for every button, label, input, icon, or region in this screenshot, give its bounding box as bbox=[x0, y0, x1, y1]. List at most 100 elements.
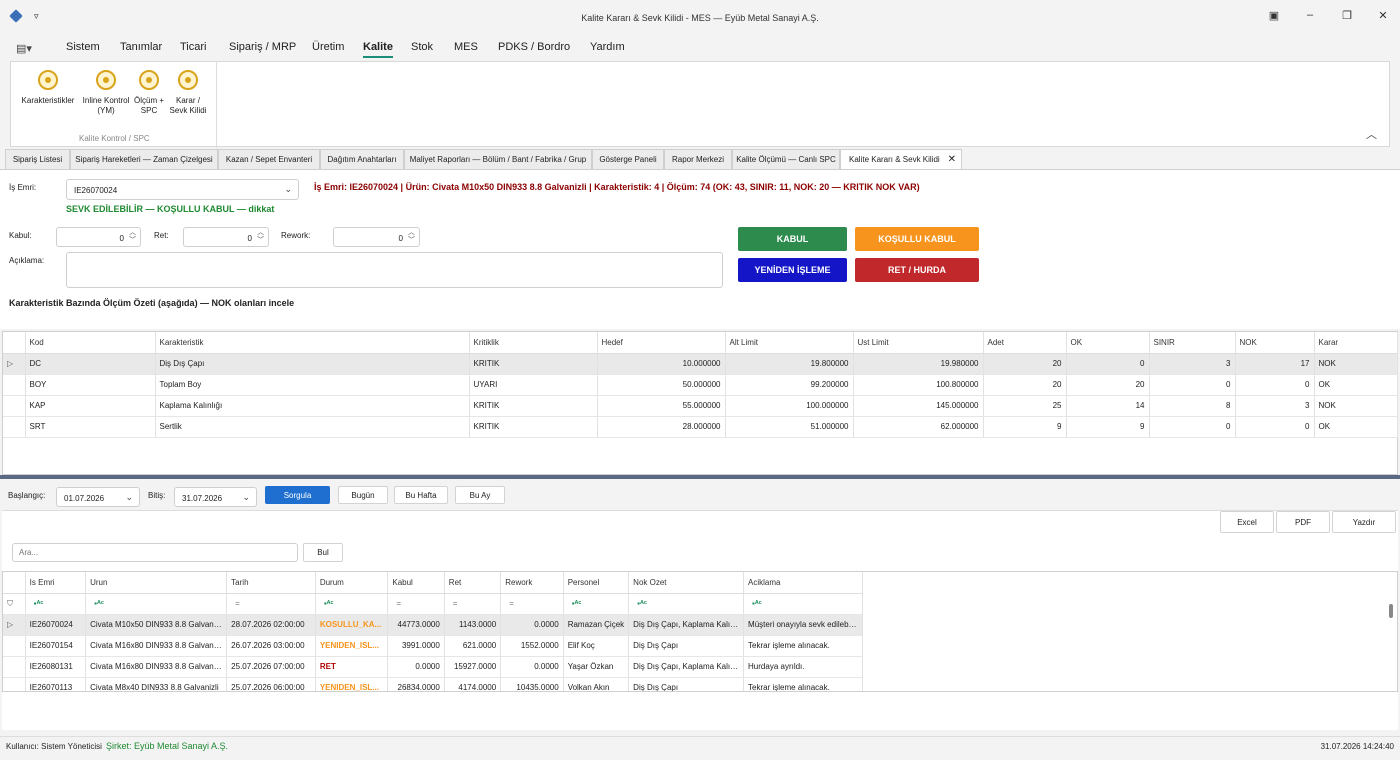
tab-siparis-hareketleri[interactable]: Sipariş Hareketleri — Zaman Çizelgesi bbox=[70, 149, 218, 169]
kosullu-kabul-button[interactable]: KOŞULLU KABUL bbox=[855, 227, 979, 251]
close-tab-icon[interactable]: ✕ bbox=[948, 154, 956, 165]
table-row[interactable]: ▷ IE26070024 Civata M10x50 DIN933 8.8 Galv… bbox=[3, 614, 863, 636]
tab-dagitim-anahtarlari[interactable]: Dağıtım Anahtarları bbox=[320, 149, 404, 169]
spin-arrows-icon[interactable]: ︿ ﹀ bbox=[129, 229, 136, 245]
equals-filter-icon[interactable]: = bbox=[226, 593, 316, 615]
restore-button[interactable]: ❐ bbox=[1339, 9, 1355, 25]
inline-kontrol-button[interactable]: Inline Kontrol (YM) bbox=[81, 70, 131, 116]
yeniden-isleme-button[interactable]: YENİDEN İŞLEME bbox=[738, 258, 847, 282]
ret-hurda-button[interactable]: RET / HURDA bbox=[855, 258, 979, 282]
table-row[interactable]: IE26080131 Civata M16x80 DIN933 8.8 Galva… bbox=[3, 656, 863, 678]
sorgula-button[interactable]: Sorgula bbox=[265, 486, 330, 504]
tab-gosterge-paneli[interactable]: Gösterge Paneli bbox=[592, 149, 664, 169]
column-header[interactable]: Aciklama bbox=[743, 572, 863, 594]
column-header[interactable]: Kod bbox=[25, 332, 156, 354]
chevron-down-icon[interactable]: ⌄ bbox=[242, 492, 250, 503]
column-header[interactable]: Personel bbox=[563, 572, 630, 594]
column-header[interactable]: Is Emri bbox=[25, 572, 87, 594]
column-header[interactable]: SINIR bbox=[1149, 332, 1236, 354]
column-header[interactable]: Rework bbox=[500, 572, 564, 594]
is-emri-select[interactable]: IE26070024 ⌄ bbox=[66, 179, 299, 200]
column-header[interactable]: Tarih bbox=[226, 572, 316, 594]
column-header[interactable]: Kritiklik bbox=[469, 332, 598, 354]
panel-splitter[interactable] bbox=[0, 475, 1400, 479]
bul-button[interactable]: Bul bbox=[303, 543, 343, 562]
menu-siparis-mrp[interactable]: Sipariş / MRP bbox=[229, 41, 296, 53]
expand-row-icon[interactable]: ▷ bbox=[3, 614, 26, 636]
bugun-button[interactable]: Bugün bbox=[338, 486, 388, 504]
column-header[interactable]: OK bbox=[1066, 332, 1150, 354]
table-row[interactable]: IE26070154 Civata M16x80 DIN933 8.8 Galva… bbox=[3, 635, 863, 657]
column-header[interactable]: Ret bbox=[444, 572, 502, 594]
tab-kalite-karari[interactable]: Kalite Kararı & Sevk Kilidi ✕ bbox=[840, 149, 962, 169]
column-header[interactable]: Karakteristik bbox=[155, 332, 470, 354]
menu-ticari[interactable]: Ticari bbox=[180, 41, 206, 53]
table-row[interactable]: IE26070113 Civata M8x40 DIN933 8.8 Galvan… bbox=[3, 677, 863, 691]
menu-kalite[interactable]: Kalite bbox=[363, 41, 393, 58]
tab-siparis-listesi[interactable]: Sipariş Listesi bbox=[5, 149, 70, 169]
chevron-down-icon[interactable]: ⌄ bbox=[284, 184, 292, 195]
bitis-date-picker[interactable]: 31.07.2026 ⌄ bbox=[174, 487, 257, 507]
column-header[interactable]: Kabul bbox=[387, 572, 445, 594]
kabul-stepper[interactable]: 0 ︿ ﹀ bbox=[56, 227, 141, 247]
text-filter-icon[interactable]: ▪ᴬᶜ bbox=[743, 593, 863, 615]
column-header[interactable]: Durum bbox=[315, 572, 389, 594]
pdf-button[interactable]: PDF bbox=[1276, 511, 1330, 533]
yazdir-button[interactable]: Yazdır bbox=[1332, 511, 1396, 533]
karar-sevk-kilidi-button[interactable]: Karar / Sevk Kilidi bbox=[167, 70, 209, 116]
text-filter-icon[interactable]: ▪ᴬᶜ bbox=[315, 593, 389, 615]
equals-filter-icon[interactable]: = bbox=[444, 593, 502, 615]
text-filter-icon[interactable]: ▪ᴬᶜ bbox=[628, 593, 745, 615]
menu-mes[interactable]: MES bbox=[454, 41, 478, 53]
column-header[interactable]: Nok Ozet bbox=[628, 572, 745, 594]
vertical-scrollbar[interactable] bbox=[1389, 604, 1393, 618]
filter-icon[interactable]: ⛉ bbox=[3, 593, 26, 615]
text-filter-icon[interactable]: ▪ᴬᶜ bbox=[563, 593, 630, 615]
table-row[interactable]: ▷ DC Diş Dış Çapı KRITIK 10.000000 19.800000 1… bbox=[3, 353, 1398, 375]
bu-ay-button[interactable]: Bu Ay bbox=[455, 486, 505, 504]
tab-maliyet-raporlari[interactable]: Maliyet Raporları — Bölüm / Bant / Fabri… bbox=[404, 149, 592, 169]
spin-arrows-icon[interactable]: ︿ ﹀ bbox=[408, 229, 415, 245]
search-input[interactable] bbox=[12, 543, 298, 562]
column-header[interactable]: Karar bbox=[1314, 332, 1398, 354]
menu-sistem[interactable]: Sistem bbox=[66, 41, 100, 53]
menu-pdks-bordro[interactable]: PDKS / Bordro bbox=[498, 41, 570, 53]
chevron-down-icon[interactable]: ⌄ bbox=[125, 492, 133, 503]
kabul-button[interactable]: KABUL bbox=[738, 227, 847, 251]
text-filter-icon[interactable]: ▪ᴬᶜ bbox=[85, 593, 228, 615]
column-header[interactable]: NOK bbox=[1235, 332, 1315, 354]
rework-stepper[interactable]: 0 ︿ ﹀ bbox=[333, 227, 420, 247]
ret-stepper[interactable]: 0 ︿ ﹀ bbox=[183, 227, 269, 247]
equals-filter-icon[interactable]: = bbox=[387, 593, 445, 615]
karakteristikler-button[interactable]: Karakteristikler bbox=[19, 70, 77, 106]
layout-icon[interactable]: ▣ bbox=[1266, 9, 1282, 25]
spin-arrows-icon[interactable]: ︿ ﹀ bbox=[257, 229, 264, 245]
column-header[interactable]: Adet bbox=[983, 332, 1067, 354]
table-row[interactable]: BOY Toplam Boy UYARI 50.000000 99.200000 100.… bbox=[3, 374, 1398, 396]
baslangic-date-picker[interactable]: 01.07.2026 ⌄ bbox=[56, 487, 140, 507]
tab-rapor-merkezi[interactable]: Rapor Merkezi bbox=[664, 149, 732, 169]
column-header[interactable]: Alt Limit bbox=[725, 332, 854, 354]
app-menu-icon[interactable]: ▤▾ bbox=[16, 42, 32, 55]
column-header[interactable]: Hedef bbox=[597, 332, 726, 354]
expand-row-icon[interactable]: ▷ bbox=[3, 353, 26, 375]
table-row[interactable]: KAP Kaplama Kalınlığı KRITIK 55.000000 100.0… bbox=[3, 395, 1398, 417]
collapse-ribbon-icon[interactable]: ︿ bbox=[1366, 126, 1377, 142]
bu-hafta-button[interactable]: Bu Hafta bbox=[394, 486, 448, 504]
column-header[interactable]: Ust Limit bbox=[853, 332, 984, 354]
minimize-button[interactable]: – bbox=[1302, 9, 1318, 25]
menu-uretim[interactable]: Üretim bbox=[312, 41, 344, 53]
equals-filter-icon[interactable]: = bbox=[500, 593, 564, 615]
close-button[interactable]: ✕ bbox=[1375, 9, 1391, 25]
menu-tanimlar[interactable]: Tanımlar bbox=[120, 41, 162, 53]
menu-stok[interactable]: Stok bbox=[411, 41, 433, 53]
tab-kalite-olcumu[interactable]: Kalite Ölçümü — Canlı SPC bbox=[732, 149, 840, 169]
olcum-spc-button[interactable]: Ölçüm + SPC bbox=[134, 70, 164, 116]
tab-kazan-sepet[interactable]: Kazan / Sepet Envanteri bbox=[218, 149, 320, 169]
text-filter-icon[interactable]: ▪ᴬᶜ bbox=[25, 593, 87, 615]
table-row[interactable]: SRT Sertlik KRITIK 28.000000 51.000000 62.000… bbox=[3, 416, 1398, 438]
column-header[interactable]: Urun bbox=[85, 572, 228, 594]
aciklama-textarea[interactable] bbox=[66, 252, 723, 288]
excel-button[interactable]: Excel bbox=[1220, 511, 1274, 533]
menu-yardim[interactable]: Yardım bbox=[590, 41, 625, 53]
